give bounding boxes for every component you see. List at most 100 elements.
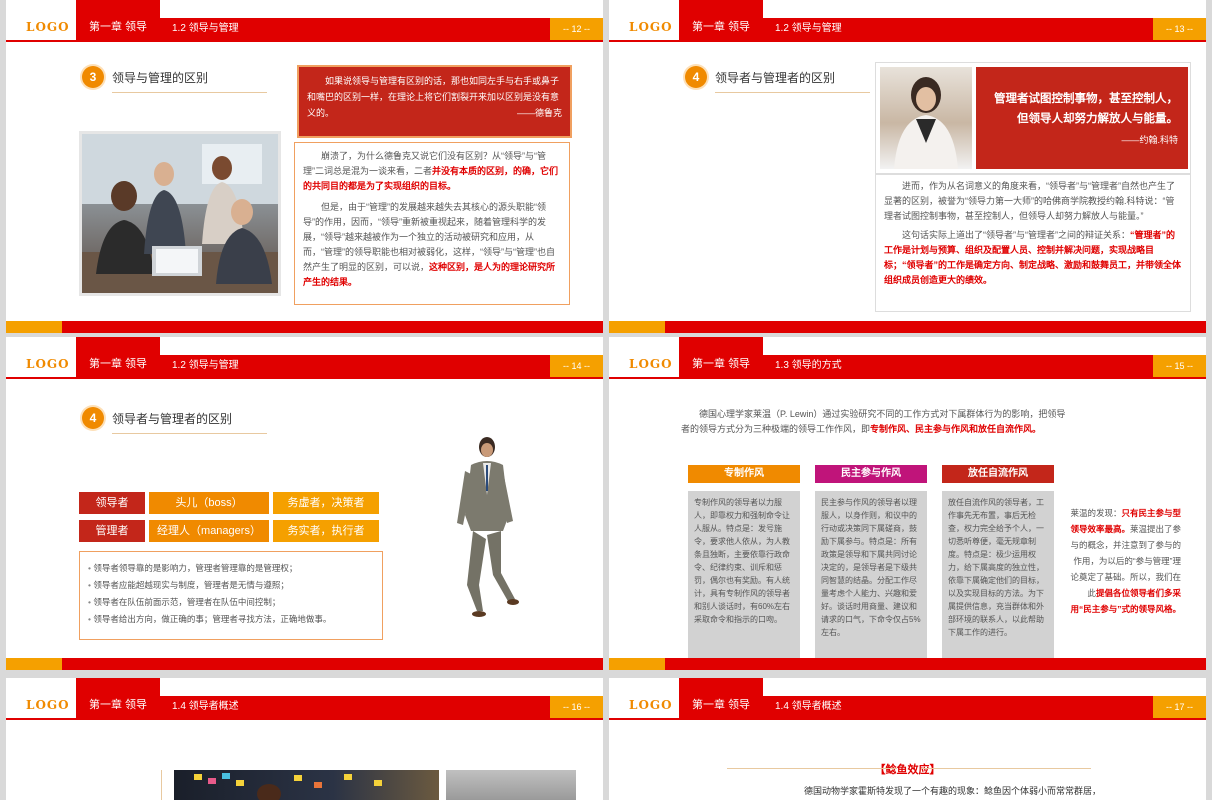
heading-underline: [112, 433, 267, 434]
logo: LOGO: [629, 698, 673, 712]
header-rule: [609, 718, 1206, 720]
slide-header: LOGO 第一章 领导 1.4 领导者概述 -- 16 --: [6, 678, 603, 724]
chapter-tab: 第一章 领导: [76, 678, 160, 718]
slide-footer: [6, 321, 603, 333]
paragraph-2: 这句话实际上道出了“领导者”与“管理者”之间的辩证关系：“管理者”的工作是计划与…: [884, 228, 1182, 288]
quote-text: 管理者试图控制事物，甚至控制人，但领导人却努力解放人与能量。: [994, 93, 1178, 125]
alias-cell: 头儿（boss）: [149, 492, 269, 514]
alias-cell: 经理人（managers）: [149, 520, 269, 542]
kotter-quote: 管理者试图控制事物，甚至控制人，但领导人却努力解放人与能量。 ——约翰.科特: [976, 67, 1188, 169]
slide-13[interactable]: LOGO 第一章 领导 1.2 领导与管理 -- 13 -- 4 领导者与管理者…: [609, 0, 1206, 333]
slide-header: LOGO 第一章 领导 1.3 领导的方式 -- 15 --: [609, 337, 1206, 383]
column-body: 专制作风的领导者以力服人，即靠权力和强制命令让人服从。特点是：发号施令，要求他人…: [688, 491, 800, 670]
section-heading: 4 领导者与管理者的区别: [82, 407, 267, 434]
businesswoman-photo: [880, 67, 972, 169]
divider-line: [161, 770, 162, 800]
list-item: 领导者在队伍前面示范，管理者在队伍中间控制；: [88, 594, 374, 611]
logo: LOGO: [26, 698, 70, 712]
list-item: 领导者领导靠的是影响力，管理者管理靠的是管理权；: [88, 560, 374, 577]
header-rule: [6, 40, 603, 42]
slide-15[interactable]: LOGO 第一章 领导 1.3 领导的方式 -- 15 -- 德国心理学家莱温（…: [609, 337, 1206, 670]
slide-footer: [6, 658, 603, 670]
slide-header: LOGO 第一章 领导 1.2 领导与管理 -- 12 --: [6, 0, 603, 46]
slide-12[interactable]: LOGO 第一章 领导 1.2 领导与管理 -- 12 -- 3 领导与管理的区…: [6, 0, 603, 333]
intro-highlight: 专制作风、民主参与作风和放任自流作风。: [870, 424, 1042, 434]
section-number: 4: [685, 66, 707, 88]
team-photo: [79, 131, 281, 296]
heading-text: 【鲶鱼效应】: [874, 764, 941, 776]
p2-text: 这句话实际上道出了“领导者”与“管理者”之间的辩证关系：: [902, 230, 1130, 240]
list-item: 领导者给出方向，做正确的事；管理者寻找方法，正确地做事。: [88, 611, 374, 628]
page-number: -- 13 --: [1153, 18, 1206, 40]
walking-businessman-figure: [457, 437, 519, 617]
chapter-tab: 第一章 领导: [679, 0, 763, 40]
paragraph-2: 但是，由于“管理”的发展越来越失去其核心的源头职能“领导”的作用，因而，“领导”…: [303, 200, 561, 290]
quote-author: ——德鲁克: [516, 108, 562, 118]
heading-underline: [715, 92, 870, 93]
section-heading-text: 领导者与管理者的区别: [715, 70, 836, 85]
slide-17[interactable]: LOGO 第一章 领导 1.4 领导者概述 -- 17 -- 【鲶鱼效应】 德国…: [609, 678, 1206, 800]
section-title: 1.2 领导与管理: [763, 18, 1153, 40]
difference-list: 领导者领导靠的是影响力，管理者管理靠的是管理权； 领导者应能超越现实与制度，管理…: [79, 551, 383, 640]
table-row: 管理者 经理人（managers） 务实者，执行者: [79, 520, 383, 542]
style-column-autocratic: 专制作风 专制作风的领导者以力服人，即靠权力和强制命令让人服从。特点是：发号施令…: [688, 465, 800, 670]
header-rule: [609, 377, 1206, 379]
header-rule: [6, 718, 603, 720]
lewin-intro: 德国心理学家莱温（P. Lewin）通过实验研究不同的工作方式对下属群体行为的影…: [681, 407, 1066, 437]
section-title: 1.3 领导的方式: [763, 355, 1153, 377]
role-cell: 管理者: [79, 520, 145, 542]
chapter-tab: 第一章 领导: [679, 678, 763, 718]
role-cell: 领导者: [79, 492, 145, 514]
logo: LOGO: [629, 20, 673, 34]
sticky-notes-illustration: [194, 773, 382, 800]
section-heading-text: 领导者与管理者的区别: [112, 411, 233, 426]
style-column-laissez-faire: 放任自流作风 放任自流作风的领导者，工作事先无布置，事后无检查，权力完全给予个人…: [942, 465, 1054, 670]
paragraph-1: 进而，作为从名词意义的角度来看，“领导者”与“管理者”自然也产生了显著的区别，被…: [884, 181, 1175, 221]
meeting-photo: [174, 770, 439, 800]
team-photo-illustration: [82, 134, 278, 293]
explanation-box: 崩溃了，为什么德鲁克又说它们没有区别？从“领导”与“管理”二词总是混为一谈来看，…: [294, 142, 570, 305]
slide-footer: [609, 321, 1206, 333]
findings-text: 莱温提出了参与的概念，并注意到了参与的作用，为以后的“参与管理”理论奠定了基础。…: [1070, 524, 1181, 598]
section-number: 4: [82, 407, 104, 429]
section-title: 1.2 领导与管理: [160, 18, 550, 40]
page-number: -- 15 --: [1153, 355, 1206, 377]
quote-card: 管理者试图控制事物，甚至控制人，但领导人却努力解放人与能量。 ——约翰.科特: [875, 62, 1191, 174]
page-number: -- 14 --: [550, 355, 603, 377]
page-number: -- 12 --: [550, 18, 603, 40]
drucker-quote: 如果说领导与管理有区别的话，那也如同左手与右手或鼻子和嘴巴的区别一样，在理论上将…: [297, 65, 572, 138]
section-number: 3: [82, 66, 104, 88]
slide-header: LOGO 第一章 领导 1.2 领导与管理 -- 14 --: [6, 337, 603, 383]
paragraph-1: 崩溃了，为什么德鲁克又说它们没有区别？从“领导”与“管理”二词总是混为一谈来看，…: [303, 149, 561, 194]
slide-header: LOGO 第一章 领导 1.2 领导与管理 -- 13 --: [609, 0, 1206, 46]
logo: LOGO: [629, 357, 673, 371]
findings-label: 莱温的发现：: [1070, 508, 1122, 518]
slide-16[interactable]: LOGO 第一章 领导 1.4 领导者概述 -- 16 --: [6, 678, 603, 800]
table-row: 领导者 头儿（boss） 务虚者，决策者: [79, 492, 383, 514]
businesswoman-illustration: [894, 77, 958, 169]
page-number: -- 16 --: [550, 696, 603, 718]
style-column-democratic: 民主参与作风 民主参与作风的领导者以理服人，以身作则，和议中的行动或决策同下属磋…: [815, 465, 927, 670]
slide-footer: [609, 658, 1206, 670]
comparison-table: 领导者 头儿（boss） 务虚者，决策者 管理者 经理人（managers） 务…: [79, 492, 383, 548]
section-title: 1.4 领导者概述: [763, 696, 1153, 718]
chapter-tab: 第一章 领导: [76, 337, 160, 377]
slide-14[interactable]: LOGO 第一章 领导 1.2 领导与管理 -- 14 -- 4 领导者与管理者…: [6, 337, 603, 670]
explanation-box: 进而，作为从名词意义的角度来看，“领导者”与“管理者”自然也产生了显著的区别，被…: [875, 174, 1191, 312]
section-title: 1.4 领导者概述: [160, 696, 550, 718]
header-rule: [609, 40, 1206, 42]
page-number: -- 17 --: [1153, 696, 1206, 718]
catfish-intro: 德国动物学家霍斯特发现了一个有趣的现象：鲶鱼因个体弱小而常常群居，: [804, 786, 1102, 796]
column-body: 民主参与作风的领导者以理服人，以身作则，和议中的行动或决策同下属磋商，鼓励下属参…: [815, 491, 927, 670]
column-title: 专制作风: [688, 465, 800, 483]
chapter-tab: 第一章 领导: [679, 337, 763, 377]
section-heading: 3 领导与管理的区别: [82, 66, 267, 93]
chapter-tab: 第一章 领导: [76, 0, 160, 40]
heading-rule-left: [727, 768, 897, 769]
section-heading-text: 领导与管理的区别: [112, 70, 209, 85]
portrait-photo: [446, 770, 576, 800]
list-item: 领导者应能超越现实与制度，管理者是无情与遵照；: [88, 577, 374, 594]
slide-header: LOGO 第一章 领导 1.4 领导者概述 -- 17 --: [609, 678, 1206, 724]
section-heading: 4 领导者与管理者的区别: [685, 66, 870, 93]
heading-underline: [112, 92, 267, 93]
